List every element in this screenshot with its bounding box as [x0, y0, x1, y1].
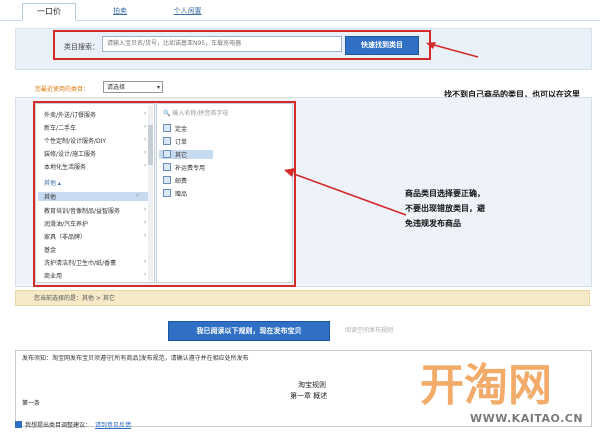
agreement-section: 第一条: [22, 400, 41, 407]
arrow-to-categories: [284, 168, 407, 216]
tab-bar: 一口价 拍卖 个人闲置: [0, 0, 600, 21]
tab-second-hand[interactable]: 个人闲置: [160, 3, 215, 19]
feedback-footer: 我想提出类目调整建议： 请到意见反馈: [15, 420, 131, 429]
info-icon: [15, 421, 22, 428]
watermark-url: WWW.KAITAO.CN: [470, 412, 584, 425]
arrow-to-search: [426, 42, 479, 58]
agreement-title: 淘宝规则: [298, 381, 326, 389]
agreement-chapter: 第一章 概述: [290, 392, 328, 400]
chevron-down-icon: ▾: [156, 84, 160, 91]
tab-fixed-price[interactable]: 一口价: [22, 3, 76, 21]
watermark-logo-text: 开淘网: [420, 360, 552, 410]
rules-link[interactable]: 阅读空间发布规则: [345, 325, 393, 334]
agreement-note: 发布须知：淘宝网发布宝贝须遵守[所有商品]发布规范，请确认遵守并在相应处所发布: [22, 355, 249, 362]
selected-category-path: 您当前选择的是：其他 > 其它: [15, 290, 590, 306]
recent-category-select[interactable]: 请选择 ▾: [103, 81, 163, 93]
category-highlight-box: [33, 101, 296, 287]
annotation-category-tip: 商品类目选择要正确，不要出现错放类目，避免违规发布商品: [405, 189, 485, 228]
confirm-publish-button[interactable]: 我已阅读以下规则，现在发布宝贝: [168, 321, 330, 341]
search-highlight-box: [53, 30, 431, 60]
recent-category-value: 请选择: [107, 84, 126, 91]
feedback-link[interactable]: 请到意见反馈: [95, 422, 131, 429]
recent-category-label: 您最近使用的类目：: [35, 86, 90, 93]
watermark-logo: 开淘网: [420, 360, 552, 410]
tab-auction[interactable]: 拍卖: [95, 3, 145, 19]
